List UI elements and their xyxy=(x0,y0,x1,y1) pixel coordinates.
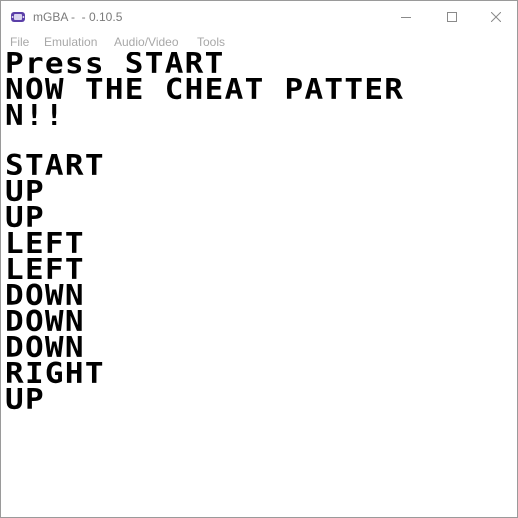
game-text-line: LEFT xyxy=(5,253,85,287)
mgba-app-icon xyxy=(11,12,25,22)
game-text-line: START xyxy=(5,149,105,183)
menu-bar: File Emulation Audio/Video Tools xyxy=(1,33,517,52)
minimize-button[interactable] xyxy=(383,1,429,33)
game-text-line: UP xyxy=(5,201,45,235)
mgba-window: mGBA - - 0.10.5 File Emulation Audio/Vid… xyxy=(0,0,518,518)
game-screen[interactable]: Press START NOW THE CHEAT PATTER N!! STA… xyxy=(1,52,517,517)
minimize-icon xyxy=(401,17,411,18)
game-text-line: N!! xyxy=(5,99,65,133)
menu-emulation[interactable]: Emulation xyxy=(44,35,97,50)
maximize-button[interactable] xyxy=(429,1,475,33)
game-text-line: DOWN xyxy=(5,279,85,313)
title-bar[interactable]: mGBA - - 0.10.5 xyxy=(1,1,517,33)
close-button[interactable] xyxy=(473,1,517,33)
game-text-line: UP xyxy=(5,175,45,209)
game-text-line: NOW THE CHEAT PATTER xyxy=(5,73,405,107)
maximize-icon xyxy=(447,12,457,22)
close-icon xyxy=(491,12,501,22)
game-text-line: DOWN xyxy=(5,305,85,339)
menu-file[interactable]: File xyxy=(10,35,29,50)
game-text-line: UP xyxy=(5,383,45,417)
menu-audio-video[interactable]: Audio/Video xyxy=(114,35,179,50)
game-text-line: DOWN xyxy=(5,331,85,365)
game-text-line: LEFT xyxy=(5,227,85,261)
game-text-line: RIGHT xyxy=(5,357,105,391)
game-text-line: Press START xyxy=(5,52,225,81)
window-title: mGBA - - 0.10.5 xyxy=(33,10,123,24)
menu-tools[interactable]: Tools xyxy=(197,35,225,50)
